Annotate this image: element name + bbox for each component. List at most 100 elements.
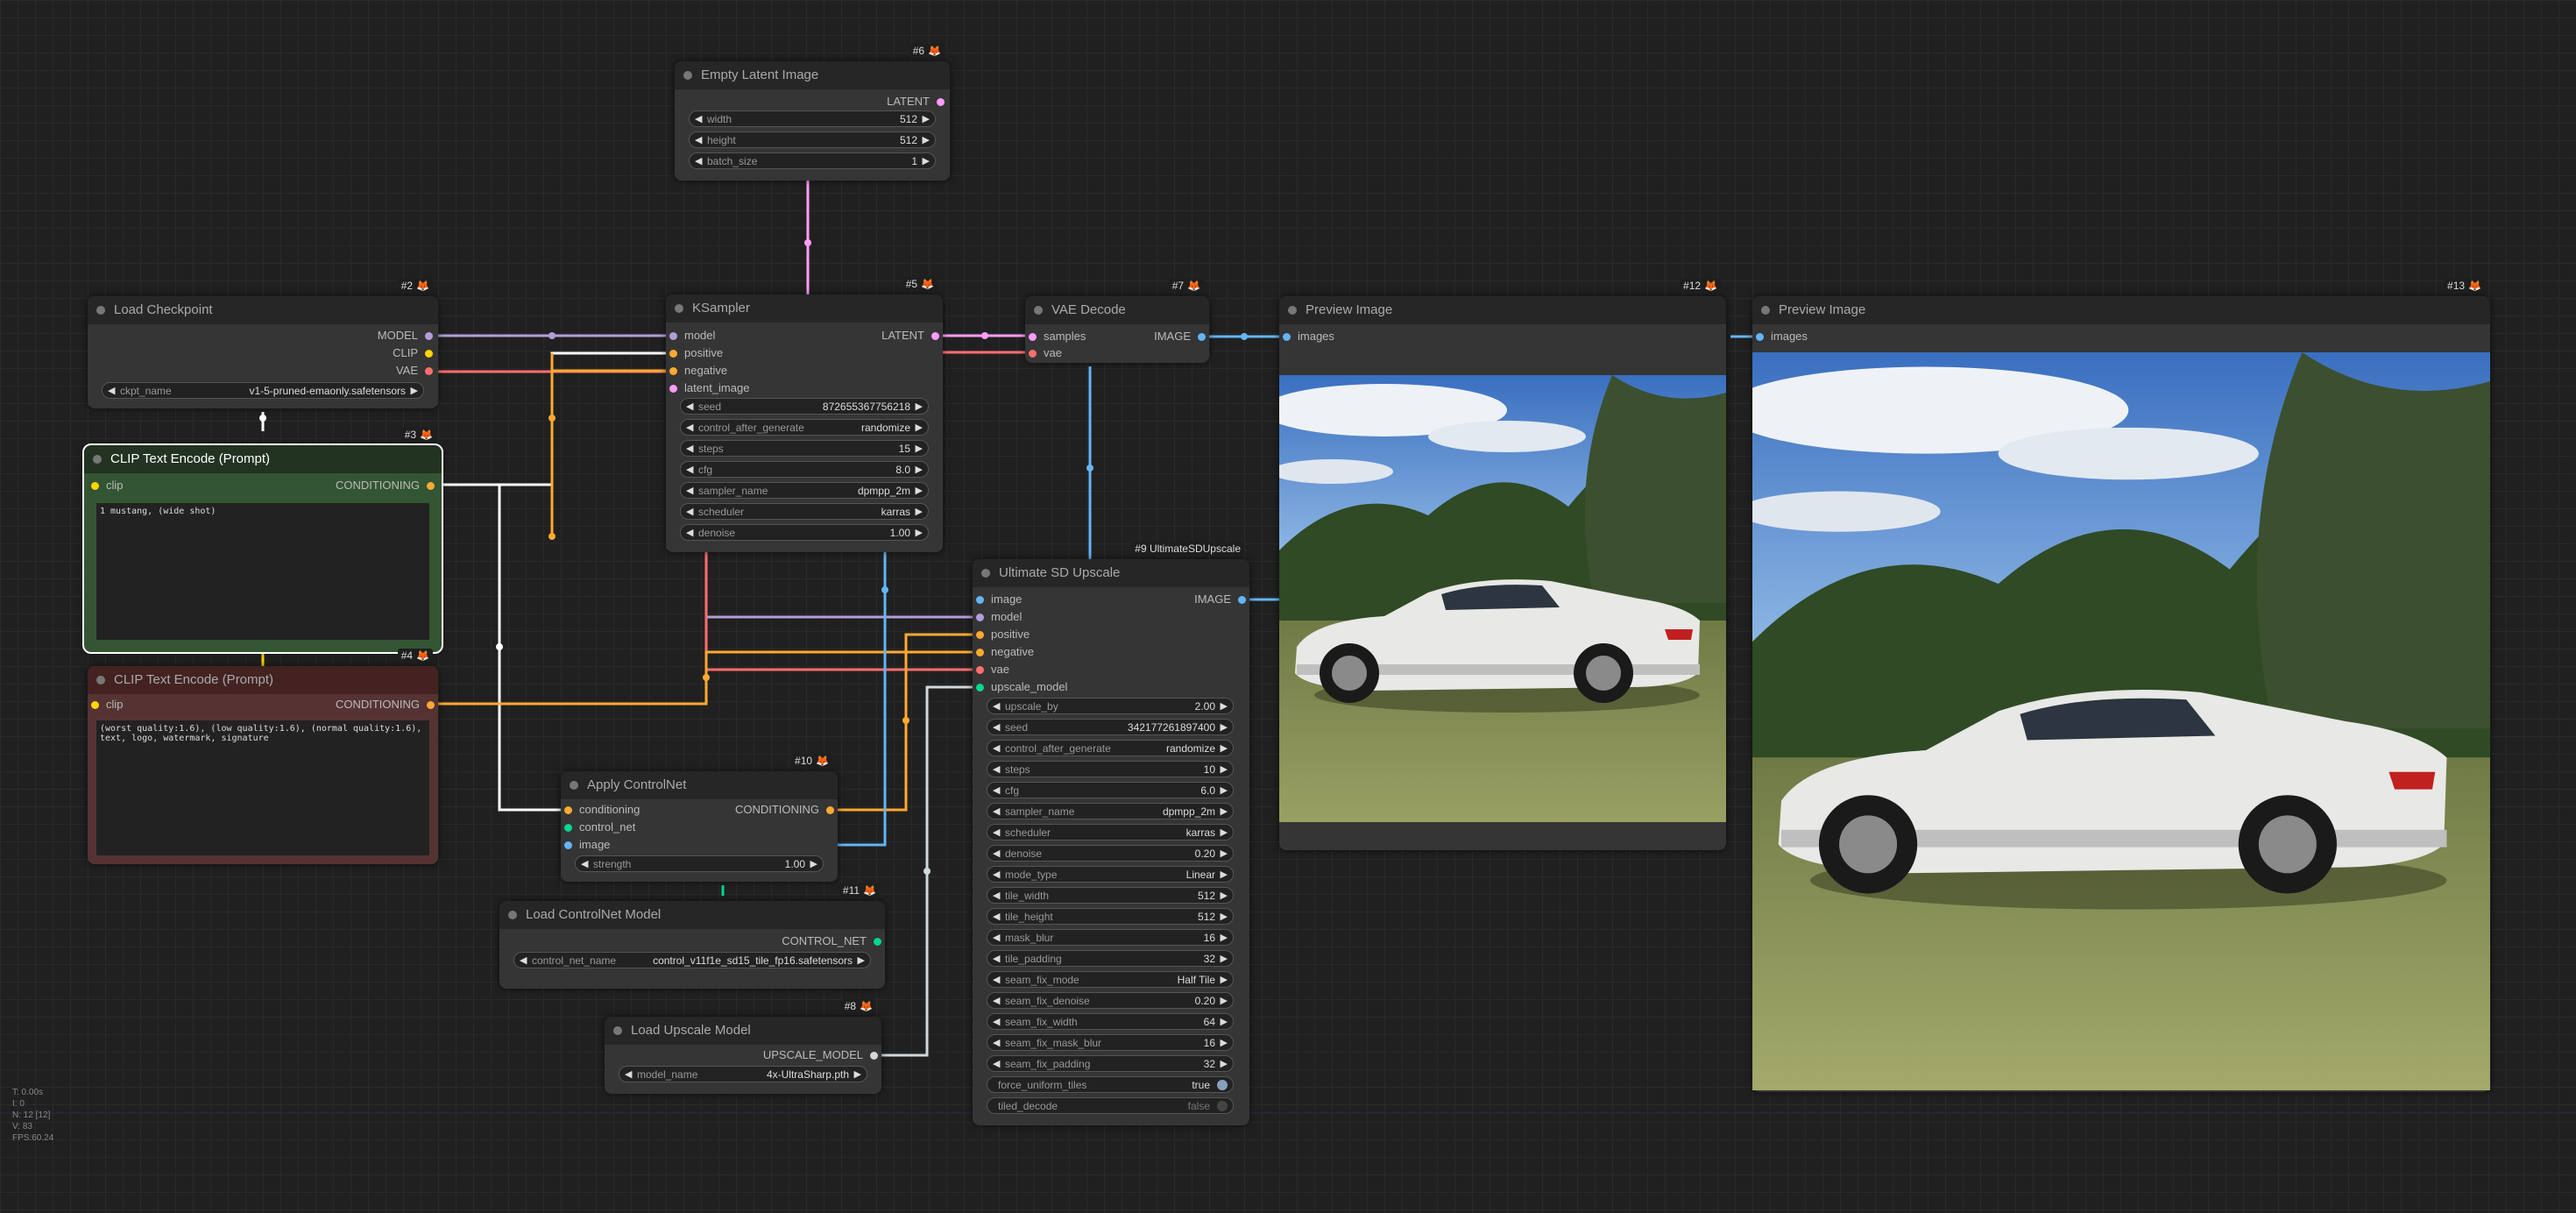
output-model[interactable]: MODEL <box>378 329 433 343</box>
input-vae[interactable]: vae <box>1029 346 1062 360</box>
slot-pin-icon[interactable] <box>976 614 984 622</box>
arrow-right-icon[interactable]: ▶ <box>1221 825 1228 841</box>
arrow-right-icon[interactable]: ▶ <box>923 132 930 149</box>
input-latent-image[interactable]: latent_image <box>669 381 749 395</box>
arrow-left-icon[interactable]: ◀ <box>993 699 1000 715</box>
arrow-left-icon[interactable]: ◀ <box>686 441 693 458</box>
widget-strength[interactable]: ◀ strength 1.00 ▶ <box>575 855 824 872</box>
slot-pin-icon[interactable] <box>976 649 984 657</box>
output-control-net[interactable]: CONTROL_NET <box>782 934 881 948</box>
toggle-tiled-decode[interactable]: tiled_decode false <box>987 1097 1234 1114</box>
widget-scheduler[interactable]: ◀ scheduler karras ▶ <box>680 503 929 520</box>
node-vae-decode[interactable]: #7 🦊 VAE Decode samples vae IMAGE <box>1025 279 1209 363</box>
collapse-dot-icon[interactable] <box>1034 306 1043 315</box>
arrow-right-icon[interactable]: ▶ <box>1221 951 1228 968</box>
arrow-left-icon[interactable]: ◀ <box>695 153 702 170</box>
slot-pin-icon[interactable] <box>564 841 572 850</box>
arrow-right-icon[interactable]: ▶ <box>1221 1056 1228 1073</box>
preview-image-output[interactable] <box>1279 375 1726 822</box>
node-preview-image-12[interactable]: #12 🦊 Preview Image images <box>1279 279 1726 850</box>
input-conditioning[interactable]: conditioning <box>564 803 640 817</box>
slot-pin-icon[interactable] <box>931 332 939 341</box>
arrow-right-icon[interactable]: ▶ <box>1221 699 1228 715</box>
arrow-right-icon[interactable]: ▶ <box>916 525 923 542</box>
slot-pin-icon[interactable] <box>826 806 834 815</box>
widget-mask-blur[interactable]: ◀ mask_blur 16 ▶ <box>987 929 1234 946</box>
slot-pin-icon[interactable] <box>976 596 984 605</box>
widget-control-net-name[interactable]: ◀ control_net_name control_v11f1e_sd15_til… <box>513 952 871 968</box>
arrow-left-icon[interactable]: ◀ <box>993 846 1000 862</box>
arrow-right-icon[interactable]: ▶ <box>1221 1014 1228 1031</box>
slot-pin-icon[interactable] <box>1198 333 1206 342</box>
arrow-right-icon[interactable]: ▶ <box>1221 741 1228 757</box>
node-title[interactable]: CLIP Text Encode (Prompt) <box>84 445 442 473</box>
input-samples[interactable]: samples <box>1029 330 1086 344</box>
input-images[interactable]: images <box>1756 330 1808 344</box>
input-negative[interactable]: negative <box>669 364 727 378</box>
arrow-left-icon[interactable]: ◀ <box>993 720 1000 736</box>
widget-seam-fix-denoise[interactable]: ◀ seam_fix_denoise 0.20 ▶ <box>987 992 1234 1009</box>
node-load-upscale-model[interactable]: #8 🦊 Load Upscale Model UPSCALE_MODEL ◀ mo… <box>605 999 881 1094</box>
output-latent[interactable]: LATENT <box>881 329 939 343</box>
input-model[interactable]: model <box>976 610 1022 624</box>
arrow-left-icon[interactable]: ◀ <box>993 867 1000 883</box>
arrow-right-icon[interactable]: ▶ <box>411 383 418 400</box>
arrow-left-icon[interactable]: ◀ <box>993 1056 1000 1073</box>
input-images[interactable]: images <box>1283 330 1334 344</box>
slot-pin-icon[interactable] <box>669 350 677 358</box>
input-positive[interactable]: positive <box>669 346 723 360</box>
arrow-left-icon[interactable]: ◀ <box>993 951 1000 968</box>
node-load-controlnet-model[interactable]: #11 🦊 Load ControlNet Model CONTROL_NET ◀… <box>499 883 885 989</box>
toggle-on-icon[interactable] <box>1217 1080 1228 1090</box>
widget-seam-fix-mask-blur[interactable]: ◀ seam_fix_mask_blur 16 ▶ <box>987 1034 1234 1051</box>
arrow-left-icon[interactable]: ◀ <box>993 762 1000 778</box>
node-clip-text-encode-positive[interactable]: #3 🦊 CLIP Text Encode (Prompt) clip CONDI… <box>82 428 443 654</box>
widget-ckpt-name[interactable]: ◀ ckpt_name v1-5-pruned-emaonly.safetensor… <box>102 382 424 399</box>
slot-pin-icon[interactable] <box>427 482 435 491</box>
arrow-left-icon[interactable]: ◀ <box>993 909 1000 926</box>
arrow-right-icon[interactable]: ▶ <box>916 462 923 479</box>
widget-sampler-name[interactable]: ◀ sampler_name dpmpp_2m ▶ <box>680 482 929 499</box>
input-positive[interactable]: positive <box>976 628 1030 642</box>
arrow-right-icon[interactable]: ▶ <box>1221 783 1228 799</box>
arrow-left-icon[interactable]: ◀ <box>625 1067 632 1083</box>
arrow-left-icon[interactable]: ◀ <box>993 741 1000 757</box>
slot-pin-icon[interactable] <box>669 367 677 376</box>
widget-cfg[interactable]: ◀ cfg 6.0 ▶ <box>987 782 1234 798</box>
widget-scheduler[interactable]: ◀ scheduler karras ▶ <box>987 824 1234 841</box>
widget-seam-fix-width[interactable]: ◀ seam_fix_width 64 ▶ <box>987 1013 1234 1030</box>
collapse-dot-icon[interactable] <box>96 676 105 685</box>
slot-pin-icon[interactable] <box>976 684 984 692</box>
collapse-dot-icon[interactable] <box>1288 306 1297 315</box>
prompt-textarea[interactable]: 1 mustang, (wide shot) <box>96 503 429 640</box>
node-title[interactable]: CLIP Text Encode (Prompt) <box>88 666 438 694</box>
slot-pin-icon[interactable] <box>1238 596 1246 605</box>
arrow-left-icon[interactable]: ◀ <box>993 1035 1000 1052</box>
arrow-right-icon[interactable]: ▶ <box>916 441 923 458</box>
widget-denoise[interactable]: ◀ denoise 1.00 ▶ <box>680 524 929 541</box>
arrow-left-icon[interactable]: ◀ <box>993 888 1000 904</box>
node-title[interactable]: Load ControlNet Model <box>499 901 885 929</box>
arrow-left-icon[interactable]: ◀ <box>581 856 588 873</box>
node-title[interactable]: Load Checkpoint <box>88 296 438 324</box>
slot-pin-icon[interactable] <box>1756 333 1764 342</box>
arrow-right-icon[interactable]: ▶ <box>1221 762 1228 778</box>
widget-control-after-generate[interactable]: ◀ control_after_generate randomize ▶ <box>680 419 929 436</box>
widget-model-name[interactable]: ◀ model_name 4x-UltraSharp.pth ▶ <box>619 1066 867 1082</box>
arrow-right-icon[interactable]: ▶ <box>923 153 930 170</box>
output-image[interactable]: IMAGE <box>1154 330 1206 344</box>
arrow-left-icon[interactable]: ◀ <box>686 483 693 500</box>
arrow-right-icon[interactable]: ▶ <box>916 483 923 500</box>
arrow-right-icon[interactable]: ▶ <box>1221 888 1228 904</box>
widget-mode-type[interactable]: ◀ mode_type Linear ▶ <box>987 866 1234 883</box>
arrow-left-icon[interactable]: ◀ <box>686 525 693 542</box>
widget-width[interactable]: ◀ width 512 ▶ <box>689 110 936 127</box>
arrow-left-icon[interactable]: ◀ <box>993 972 1000 989</box>
widget-tile-width[interactable]: ◀ tile_width 512 ▶ <box>987 887 1234 904</box>
arrow-left-icon[interactable]: ◀ <box>695 111 702 128</box>
slot-pin-icon[interactable] <box>564 806 572 815</box>
widget-tile-height[interactable]: ◀ tile_height 512 ▶ <box>987 908 1234 925</box>
slot-pin-icon[interactable] <box>1029 350 1037 358</box>
arrow-right-icon[interactable]: ▶ <box>916 504 923 521</box>
widget-batch-size[interactable]: ◀ batch_size 1 ▶ <box>689 153 936 169</box>
